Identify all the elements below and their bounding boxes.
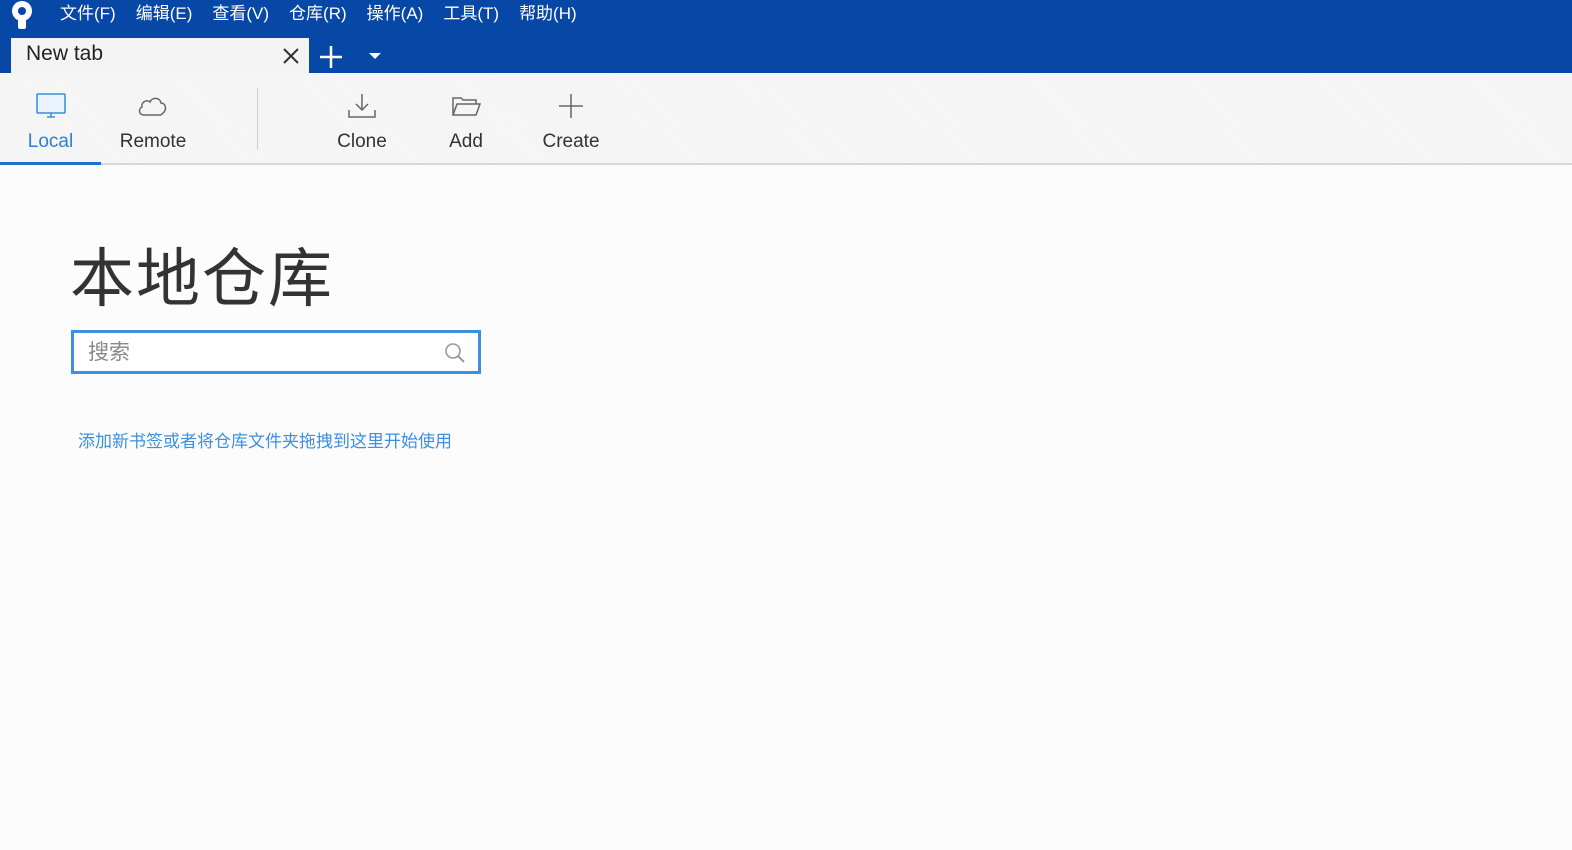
create-button[interactable]: Create [526,73,616,163]
search-icon[interactable] [444,342,466,364]
add-tab-icon[interactable] [318,44,344,70]
menu-repository[interactable]: 仓库(R) [279,0,357,28]
remote-tab-button[interactable]: Remote [103,73,203,163]
page-title: 本地仓库 [70,243,334,317]
menu-view[interactable]: 查看(V) [202,0,279,28]
create-label: Create [542,131,600,152]
tab-new-tab[interactable]: New tab [11,38,309,73]
cloud-icon [138,97,167,116]
menu-tools[interactable]: 工具(T) [433,0,509,28]
toolbar-separator [257,88,258,150]
sourcetree-logo-icon[interactable] [9,0,37,30]
chevron-down-icon[interactable] [366,50,384,62]
clone-label: Clone [337,131,387,152]
plus-icon [559,94,583,118]
add-bookmark-hint-link[interactable]: 添加新书签或者将仓库文件夹拖拽到这里开始使用 [78,427,452,452]
local-tab-button[interactable]: Local [0,73,101,165]
title-bar: 文件(F) 编辑(E) 查看(V) 仓库(R) 操作(A) 工具(T) 帮助(H… [0,0,1572,73]
monitor-icon [35,93,66,118]
search-input[interactable] [88,338,428,366]
menu-actions[interactable]: 操作(A) [357,0,434,28]
clone-button[interactable]: Clone [318,73,406,163]
menu-edit[interactable]: 编辑(E) [126,0,203,28]
toolbar: Local Remote Clone Add Create [0,73,1572,165]
menu-file[interactable]: 文件(F) [50,0,126,28]
add-label: Add [449,131,483,152]
tab-label: New tab [26,42,104,65]
folder-open-icon [451,97,482,116]
add-button[interactable]: Add [424,73,508,163]
menu-help[interactable]: 帮助(H) [509,0,587,28]
local-label: Local [27,131,74,152]
search-box [71,330,481,374]
remote-label: Remote [119,131,187,152]
close-icon[interactable] [281,46,301,66]
menu-bar: 文件(F) 编辑(E) 查看(V) 仓库(R) 操作(A) 工具(T) 帮助(H… [50,0,587,28]
download-icon [348,94,376,118]
